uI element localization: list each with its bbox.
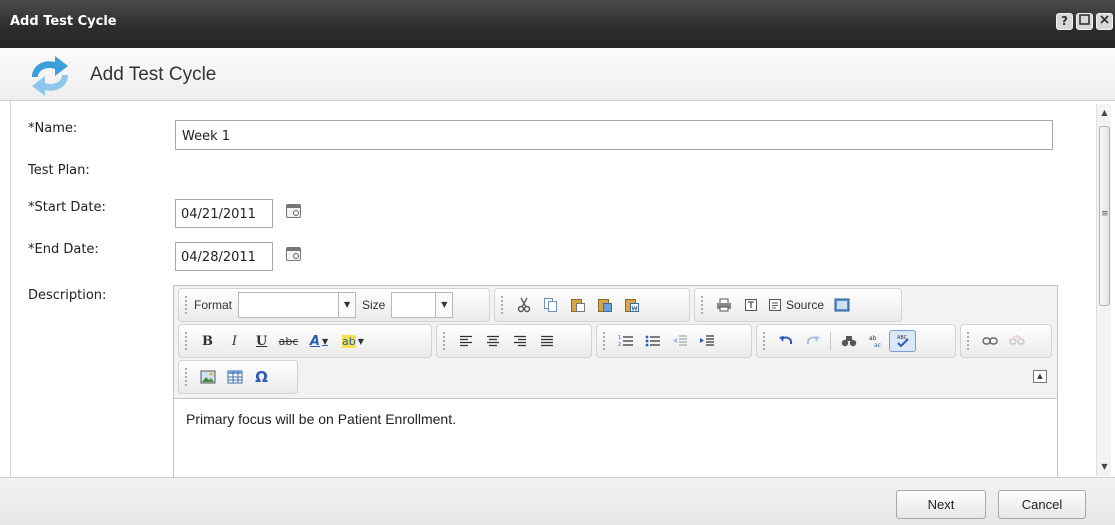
chevron-down-icon: ▼ — [321, 336, 329, 346]
dialog-title: Add Test Cycle — [90, 64, 217, 85]
form-area: *Name: Week 1 Test Plan: *Start Date: 04… — [10, 101, 1094, 477]
align-center-icon[interactable] — [479, 330, 506, 352]
toolbar-grip — [701, 296, 704, 314]
document-toolbar-group: Source — [694, 288, 902, 322]
replace-icon[interactable]: ab ac — [862, 330, 889, 352]
paste-text-icon[interactable] — [591, 294, 618, 316]
close-icon[interactable] — [1096, 13, 1113, 30]
align-left-icon[interactable] — [452, 330, 479, 352]
underline-icon[interactable]: U — [248, 330, 275, 352]
end-date-label: *End Date: — [28, 242, 99, 257]
bg-color-glyph: ab — [342, 334, 356, 348]
image-icon[interactable] — [194, 366, 221, 388]
bold-icon[interactable]: B — [194, 330, 221, 352]
collapse-toolbar-icon[interactable]: ▲ — [1033, 370, 1047, 383]
toolbar-grip — [501, 296, 504, 314]
end-date-field[interactable]: 04/28/2011 — [175, 242, 273, 271]
size-select[interactable]: ▼ — [391, 292, 454, 318]
indent-icon[interactable] — [693, 330, 720, 352]
toolbar-grip — [967, 332, 970, 350]
scroll-up-icon[interactable]: ▲ — [1097, 106, 1112, 120]
svg-text:ab: ab — [869, 335, 877, 342]
insert-toolbar-group: Ω — [178, 360, 298, 394]
toolbar-grip — [443, 332, 446, 350]
help-icon[interactable]: ? — [1056, 13, 1073, 30]
next-button[interactable]: Next — [896, 490, 986, 519]
toolbar-grip — [185, 332, 188, 350]
undo-icon[interactable] — [772, 330, 799, 352]
font-color-icon[interactable]: A ▼ — [302, 330, 336, 352]
strikethrough-icon[interactable]: abc — [275, 330, 302, 352]
copy-icon[interactable] — [537, 294, 564, 316]
refresh-icon — [32, 56, 68, 96]
svg-text:1: 1 — [618, 335, 621, 341]
chevron-down-icon: ▼ — [338, 293, 356, 317]
name-label: *Name: — [28, 121, 78, 136]
svg-text:2: 2 — [618, 342, 621, 348]
start-date-label: *Start Date: — [28, 200, 106, 215]
special-char-icon[interactable]: Ω — [248, 366, 275, 388]
svg-text:ac: ac — [874, 342, 881, 349]
name-field[interactable]: Week 1 — [175, 120, 1053, 150]
outdent-icon[interactable] — [666, 330, 693, 352]
window-title: Add Test Cycle — [10, 14, 117, 29]
paste-icon[interactable] — [564, 294, 591, 316]
cancel-button[interactable]: Cancel — [998, 490, 1086, 519]
numbered-list-icon[interactable]: 12 — [612, 330, 639, 352]
maximize-icon[interactable] — [1076, 13, 1093, 30]
description-label: Description: — [28, 288, 107, 303]
source-button[interactable]: Source — [764, 294, 828, 316]
show-blocks-icon[interactable] — [828, 294, 855, 316]
scroll-down-icon[interactable]: ▼ — [1097, 460, 1112, 474]
basic-styles-toolbar-group: B I U abc A ▼ ab ▼ — [178, 324, 432, 358]
list-toolbar-group: 12 — [596, 324, 752, 358]
window-titlebar: Add Test Cycle ? — [0, 0, 1115, 48]
dialog-header: Add Test Cycle — [0, 48, 1115, 101]
edit-toolbar-group: ab ac ABC — [756, 324, 956, 358]
format-label: Format — [194, 298, 233, 312]
chevron-down-icon: ▼ — [357, 336, 364, 346]
font-color-glyph: A — [309, 333, 320, 349]
size-label: Size — [362, 298, 386, 312]
description-editor: Format ▼ Size ▼ Source B I U abc A ▼ ab … — [173, 285, 1058, 477]
editor-content[interactable]: Primary focus will be on Patient Enrollm… — [174, 398, 1057, 477]
templates-icon[interactable] — [737, 294, 764, 316]
chevron-down-icon: ▼ — [435, 293, 453, 317]
toolbar-grip — [185, 368, 188, 386]
calendar-icon[interactable] — [286, 247, 301, 261]
bulleted-list-icon[interactable] — [639, 330, 666, 352]
find-icon[interactable] — [835, 330, 862, 352]
spellcheck-icon[interactable]: ABC — [889, 330, 916, 352]
paste-word-icon[interactable] — [618, 294, 645, 316]
format-select[interactable]: ▼ — [238, 292, 357, 318]
unlink-icon[interactable] — [1003, 330, 1030, 352]
source-label: Source — [786, 298, 825, 312]
vertical-scrollbar[interactable]: ▲ ≡ ▼ — [1096, 104, 1111, 476]
toolbar-separator — [830, 332, 831, 350]
redo-icon[interactable] — [799, 330, 826, 352]
align-justify-icon[interactable] — [533, 330, 560, 352]
toolbar-grip — [763, 332, 766, 350]
test-plan-label: Test Plan: — [28, 163, 90, 178]
table-icon[interactable] — [221, 366, 248, 388]
cut-icon[interactable] — [510, 294, 537, 316]
scroll-thumb[interactable]: ≡ — [1099, 126, 1110, 306]
window-controls: ? — [1056, 13, 1113, 30]
bg-color-icon[interactable]: ab ▼ — [336, 330, 370, 352]
source-icon — [769, 299, 781, 311]
calendar-icon[interactable] — [286, 204, 301, 218]
print-icon[interactable] — [710, 294, 737, 316]
link-toolbar-group — [960, 324, 1052, 358]
align-right-icon[interactable] — [506, 330, 533, 352]
align-toolbar-group — [436, 324, 592, 358]
toolbar-grip — [185, 296, 188, 314]
start-date-field[interactable]: 04/21/2011 — [175, 199, 273, 228]
italic-icon[interactable]: I — [221, 330, 248, 352]
toolbar-grip — [603, 332, 606, 350]
grip-icon: ≡ — [1101, 209, 1109, 219]
clipboard-toolbar-group — [494, 288, 690, 322]
link-icon[interactable] — [976, 330, 1003, 352]
dialog-footer: Next Cancel — [0, 477, 1115, 525]
format-toolbar-group: Format ▼ Size ▼ — [178, 288, 490, 322]
